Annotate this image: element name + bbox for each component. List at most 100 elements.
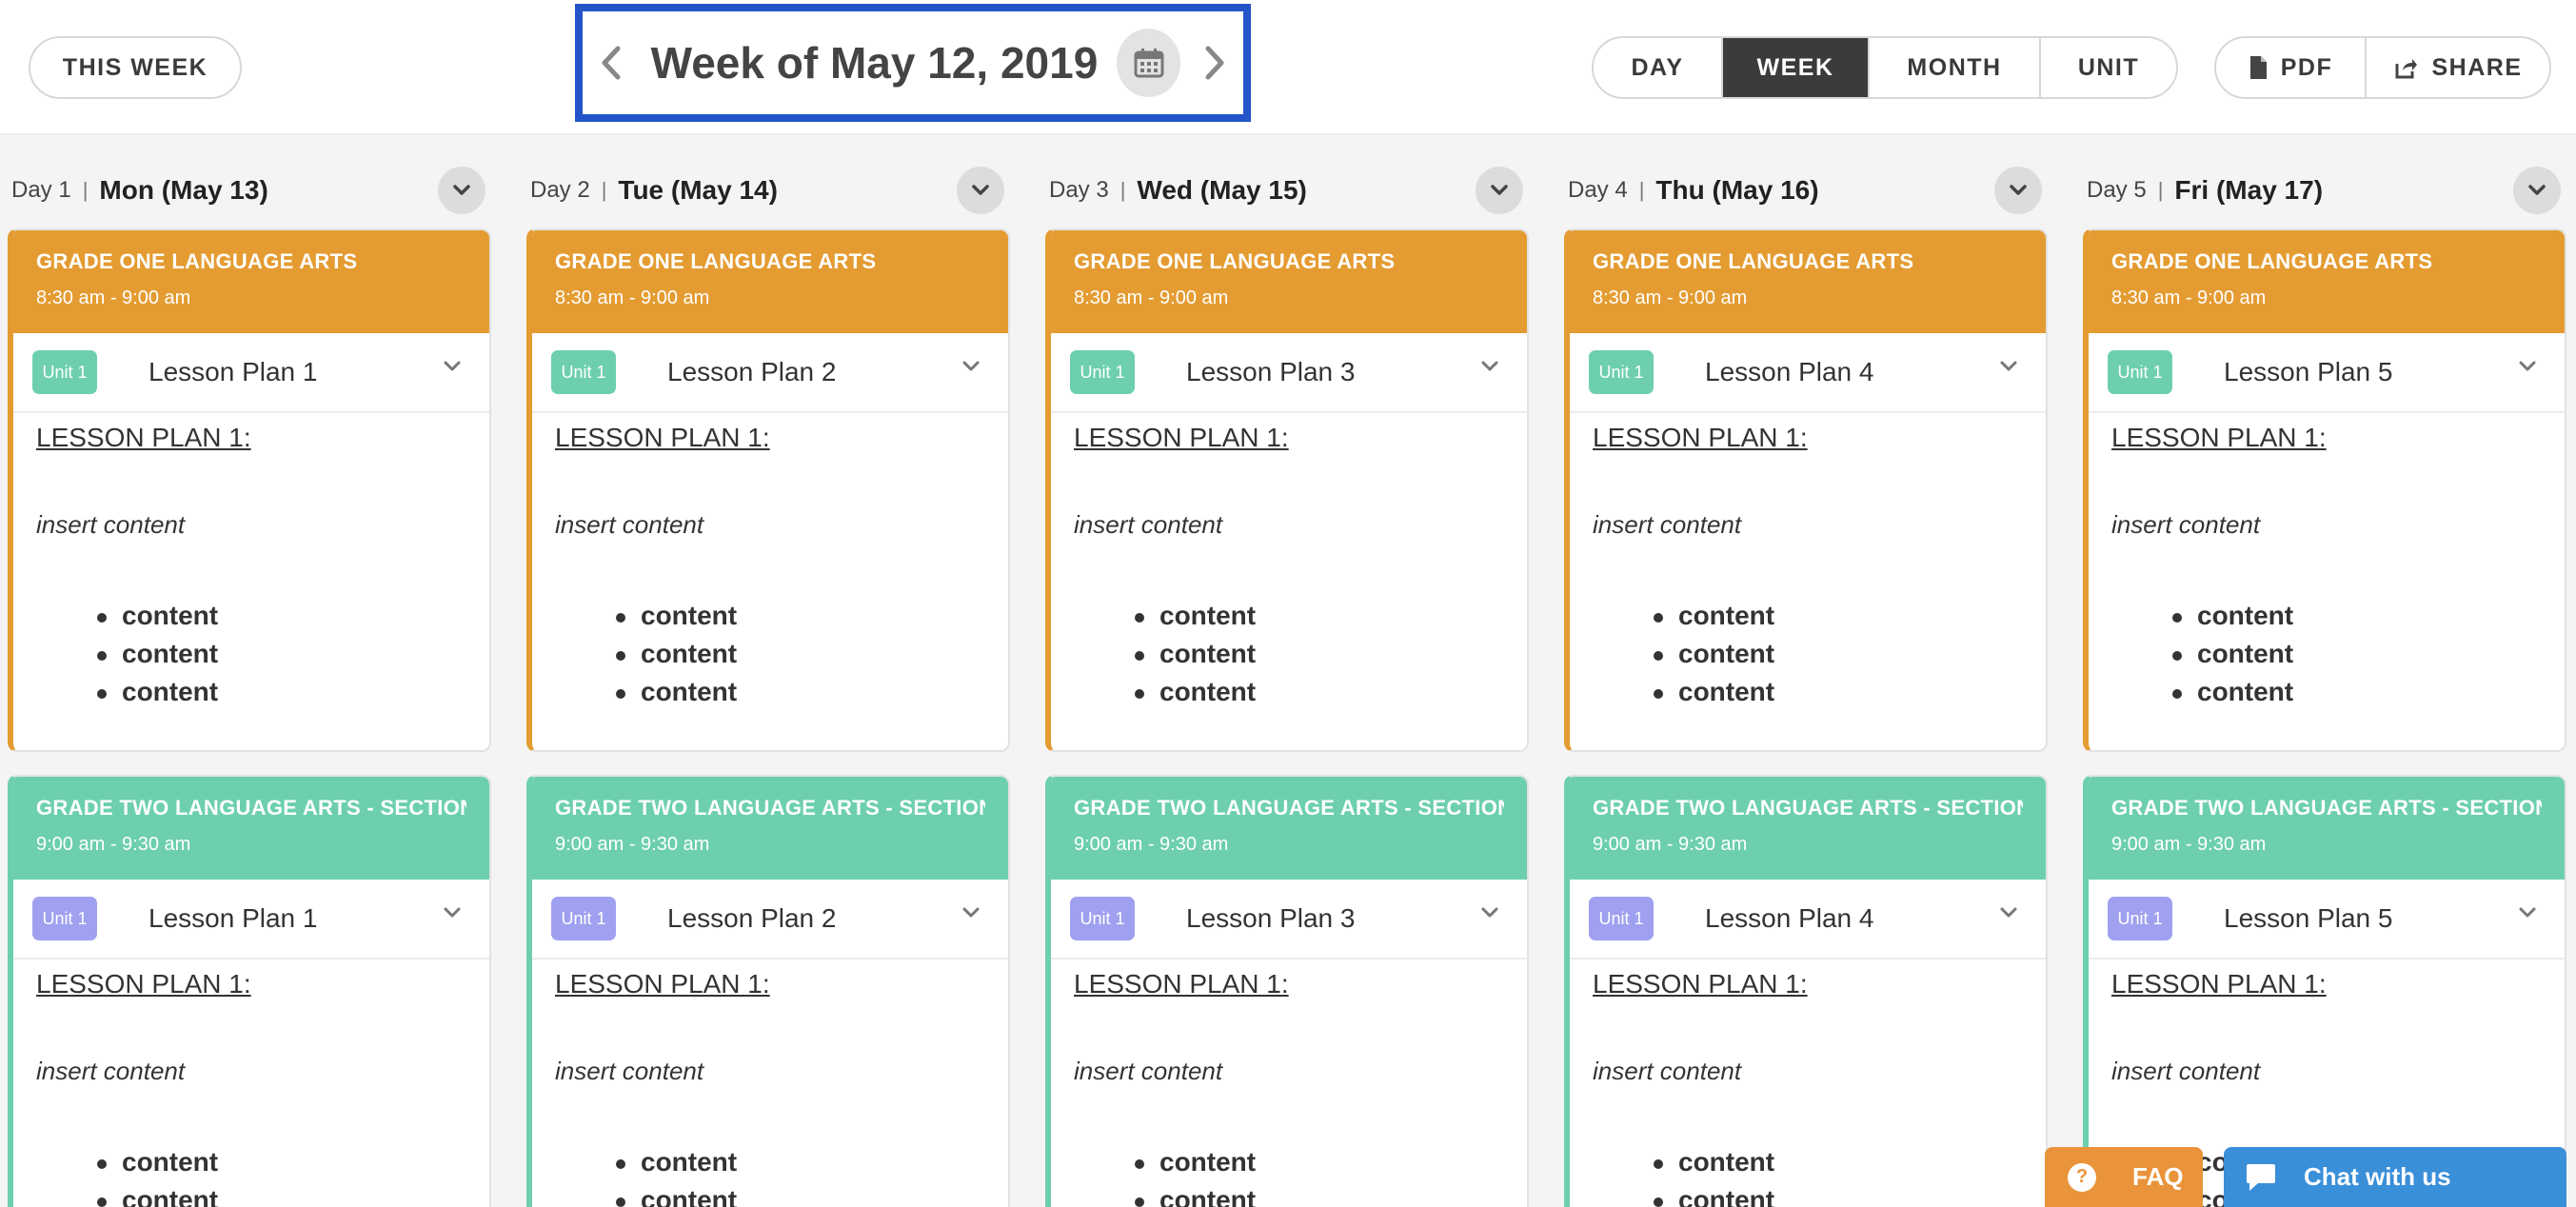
lesson-selector[interactable]: Unit 1 Lesson Plan 5 (2089, 333, 2565, 413)
document-icon (2249, 56, 2267, 79)
lesson-name: Lesson Plan 1 (149, 357, 318, 386)
chevron-down-icon[interactable] (961, 906, 981, 920)
faq-button[interactable]: ? FAQ (2045, 1147, 2203, 1207)
class-header[interactable]: GRADE ONE LANGUAGE ARTS 8:30 am - 9:00 a… (1570, 230, 2046, 333)
day-collapse-button[interactable] (1994, 167, 2042, 214)
share-label: SHARE (2431, 53, 2523, 81)
lesson-insert-text: insert content (1074, 1057, 1223, 1085)
list-item: content (1135, 1147, 1504, 1185)
class-card[interactable]: GRADE ONE LANGUAGE ARTS 8:30 am - 9:00 a… (2083, 228, 2566, 752)
lesson-selector[interactable]: Unit 1 Lesson Plan 1 (13, 333, 489, 413)
chevron-down-icon[interactable] (1479, 360, 1500, 373)
class-header[interactable]: GRADE TWO LANGUAGE ARTS - SECTION I 9:00… (2089, 777, 2565, 880)
lesson-content: LESSON PLAN 1: insert content content co… (1051, 413, 1527, 715)
class-card[interactable]: GRADE ONE LANGUAGE ARTS 8:30 am - 9:00 a… (1564, 228, 2048, 752)
view-day-button[interactable]: DAY (1594, 38, 1721, 97)
unit-badge: Unit 1 (32, 350, 97, 394)
class-header[interactable]: GRADE ONE LANGUAGE ARTS 8:30 am - 9:00 a… (13, 230, 489, 333)
lesson-selector[interactable]: Unit 1 Lesson Plan 4 (1570, 333, 2046, 413)
class-card[interactable]: GRADE TWO LANGUAGE ARTS - SECTION I 9:00… (526, 775, 1010, 1207)
share-button[interactable]: SHARE (2365, 38, 2549, 97)
chat-button[interactable]: Chat with us (2224, 1147, 2566, 1207)
class-header[interactable]: GRADE TWO LANGUAGE ARTS - SECTION I 9:00… (13, 777, 489, 880)
week-title: Week of May 12, 2019 (650, 38, 1099, 88)
lesson-name: Lesson Plan 4 (1705, 903, 1874, 933)
class-header[interactable]: GRADE ONE LANGUAGE ARTS 8:30 am - 9:00 a… (1051, 230, 1527, 333)
calendar-icon (1134, 49, 1164, 78)
list-item: content (97, 1147, 466, 1185)
list-item: content (1135, 601, 1504, 639)
class-header[interactable]: GRADE TWO LANGUAGE ARTS - SECTION I 9:00… (532, 777, 1008, 880)
lesson-bullet-list: content content content (555, 1147, 985, 1207)
chevron-down-icon (2528, 185, 2546, 195)
lesson-selector[interactable]: Unit 1 Lesson Plan 3 (1051, 333, 1527, 413)
class-header[interactable]: GRADE TWO LANGUAGE ARTS - SECTION I 9:00… (1570, 777, 2046, 880)
lesson-heading: LESSON PLAN 1: (555, 969, 770, 999)
class-header[interactable]: GRADE ONE LANGUAGE ARTS 8:30 am - 9:00 a… (532, 230, 1008, 333)
lesson-selector[interactable]: Unit 1 Lesson Plan 2 (532, 333, 1008, 413)
this-week-button[interactable]: THIS WEEK (29, 36, 242, 99)
chevron-down-icon[interactable] (2517, 360, 2538, 373)
class-time: 9:00 am - 9:30 am (2111, 834, 2267, 855)
class-header[interactable]: GRADE TWO LANGUAGE ARTS - SECTION I 9:00… (1051, 777, 1527, 880)
lesson-insert-text: insert content (555, 1057, 704, 1085)
day-number: Day 2 (530, 177, 590, 203)
class-title: GRADE ONE LANGUAGE ARTS (1593, 249, 1914, 273)
lesson-selector[interactable]: Unit 1 Lesson Plan 1 (13, 880, 489, 960)
day-header: Day 2 | Tue (May 14) (530, 164, 1004, 217)
class-title: GRADE TWO LANGUAGE ARTS - SECTION I (1074, 796, 1504, 820)
lesson-name: Lesson Plan 3 (1186, 357, 1356, 386)
lesson-selector[interactable]: Unit 1 Lesson Plan 2 (532, 880, 1008, 960)
unit-badge: Unit 1 (1589, 897, 1654, 940)
lesson-selector[interactable]: Unit 1 Lesson Plan 5 (2089, 880, 2565, 960)
class-card[interactable]: GRADE ONE LANGUAGE ARTS 8:30 am - 9:00 a… (526, 228, 1010, 752)
lesson-content: LESSON PLAN 1: insert content content co… (1570, 960, 2046, 1207)
lesson-bullet-list: content content content (555, 601, 985, 715)
unit-badge: Unit 1 (551, 350, 616, 394)
chevron-down-icon[interactable] (1479, 906, 1500, 920)
unit-badge: Unit 1 (551, 897, 616, 940)
class-time: 8:30 am - 9:00 am (555, 287, 710, 308)
chevron-down-icon[interactable] (961, 360, 981, 373)
chevron-down-icon (453, 185, 470, 195)
view-unit-button[interactable]: UNIT (2039, 38, 2176, 97)
day-collapse-button[interactable] (438, 167, 485, 214)
class-card[interactable]: GRADE ONE LANGUAGE ARTS 8:30 am - 9:00 a… (8, 228, 491, 752)
chevron-down-icon[interactable] (442, 360, 463, 373)
class-header[interactable]: GRADE ONE LANGUAGE ARTS 8:30 am - 9:00 a… (2089, 230, 2565, 333)
unit-badge: Unit 1 (2108, 897, 2172, 940)
day-collapse-button[interactable] (1476, 167, 1523, 214)
pdf-button[interactable]: PDF (2216, 38, 2365, 97)
lesson-name: Lesson Plan 2 (667, 903, 837, 933)
lesson-name: Lesson Plan 1 (149, 903, 318, 933)
unit-badge: Unit 1 (1070, 897, 1135, 940)
chevron-down-icon[interactable] (2517, 906, 2538, 920)
chevron-down-icon[interactable] (1998, 360, 2019, 373)
view-month-button[interactable]: MONTH (1868, 38, 2039, 97)
list-item: content (1135, 677, 1504, 715)
day-collapse-button[interactable] (957, 167, 1004, 214)
day-header: Day 5 | Fri (May 17) (2087, 164, 2561, 217)
previous-week-button[interactable] (583, 11, 640, 114)
unit-badge: Unit 1 (1589, 350, 1654, 394)
list-item: content (2172, 639, 2542, 677)
class-card[interactable]: GRADE TWO LANGUAGE ARTS - SECTION I 9:00… (8, 775, 491, 1207)
view-week-button[interactable]: WEEK (1721, 38, 1868, 97)
list-item: content (1654, 677, 2023, 715)
lesson-selector[interactable]: Unit 1 Lesson Plan 3 (1051, 880, 1527, 960)
next-week-button[interactable] (1186, 11, 1243, 114)
calendar-button[interactable] (1117, 29, 1181, 97)
list-item: content (616, 677, 985, 715)
class-time: 9:00 am - 9:30 am (1074, 834, 1229, 855)
day-number: Day 5 (2087, 177, 2147, 203)
class-time: 8:30 am - 9:00 am (36, 287, 191, 308)
class-card[interactable]: GRADE TWO LANGUAGE ARTS - SECTION I 9:00… (2083, 775, 2566, 1207)
day-collapse-button[interactable] (2513, 167, 2561, 214)
class-card[interactable]: GRADE ONE LANGUAGE ARTS 8:30 am - 9:00 a… (1045, 228, 1529, 752)
lesson-selector[interactable]: Unit 1 Lesson Plan 4 (1570, 880, 2046, 960)
class-card[interactable]: GRADE TWO LANGUAGE ARTS - SECTION I 9:00… (1045, 775, 1529, 1207)
list-item: content (2172, 677, 2542, 715)
chevron-down-icon[interactable] (1998, 906, 2019, 920)
class-card[interactable]: GRADE TWO LANGUAGE ARTS - SECTION I 9:00… (1564, 775, 2048, 1207)
chevron-down-icon[interactable] (442, 906, 463, 920)
